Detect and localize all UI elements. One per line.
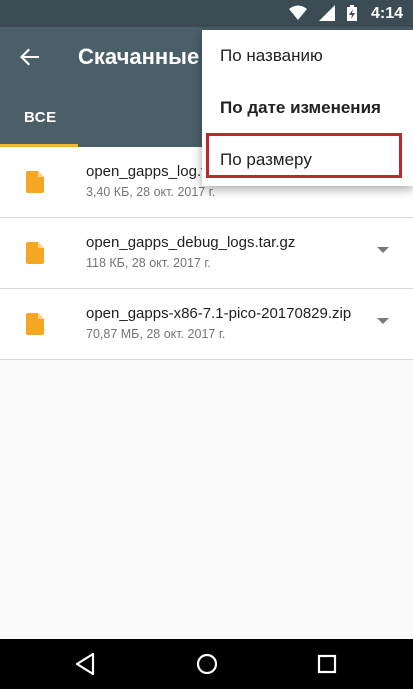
file-name: open_gapps-x86-7.1-pico-20170829.zip [86, 305, 352, 322]
home-circle-icon[interactable] [194, 651, 220, 677]
battery-charging-icon [347, 5, 357, 21]
menu-item-sort-by-name[interactable]: По названию [202, 30, 413, 82]
chevron-down-icon[interactable] [377, 247, 389, 253]
tab-all[interactable]: ВСЕ [0, 87, 78, 147]
menu-item-sort-by-date[interactable]: По дате изменения [202, 82, 413, 134]
file-name: open_gapps_log.txt [86, 163, 217, 180]
sort-menu: По названию По дате изменения По размеру [202, 30, 413, 186]
tab-all-label: ВСЕ [24, 109, 57, 126]
status-time: 4:14 [370, 5, 403, 22]
status-icons [289, 5, 357, 21]
file-icon [26, 171, 44, 193]
menu-item-label: По размеру [220, 150, 312, 169]
back-triangle-icon[interactable] [73, 651, 99, 677]
list-item[interactable]: open_gapps-x86-7.1-pico-20170829.zip 70,… [0, 289, 413, 360]
nav-bar [0, 639, 413, 689]
menu-item-label: По названию [220, 46, 323, 65]
status-bar: 4:14 [0, 0, 413, 27]
recents-square-icon[interactable] [314, 651, 340, 677]
file-meta: 118 КБ, 28 окт. 2017 г. [86, 256, 211, 270]
wifi-icon [289, 5, 307, 20]
list-item[interactable]: open_gapps_debug_logs.tar.gz 118 КБ, 28 … [0, 218, 413, 289]
file-meta: 70,87 МБ, 28 окт. 2017 г. [86, 327, 226, 341]
chevron-down-icon[interactable] [377, 318, 389, 324]
file-icon [26, 242, 44, 264]
arrow-left-icon[interactable] [14, 41, 46, 73]
menu-item-sort-by-size[interactable]: По размеру [202, 134, 413, 186]
file-icon [26, 313, 44, 335]
file-name: open_gapps_debug_logs.tar.gz [86, 234, 296, 251]
page-title: Скачанные ф [78, 44, 218, 69]
menu-item-label: По дате изменения [220, 98, 381, 117]
file-meta: 3,40 КБ, 28 окт. 2017 г. [86, 185, 216, 199]
signal-icon [319, 5, 335, 21]
